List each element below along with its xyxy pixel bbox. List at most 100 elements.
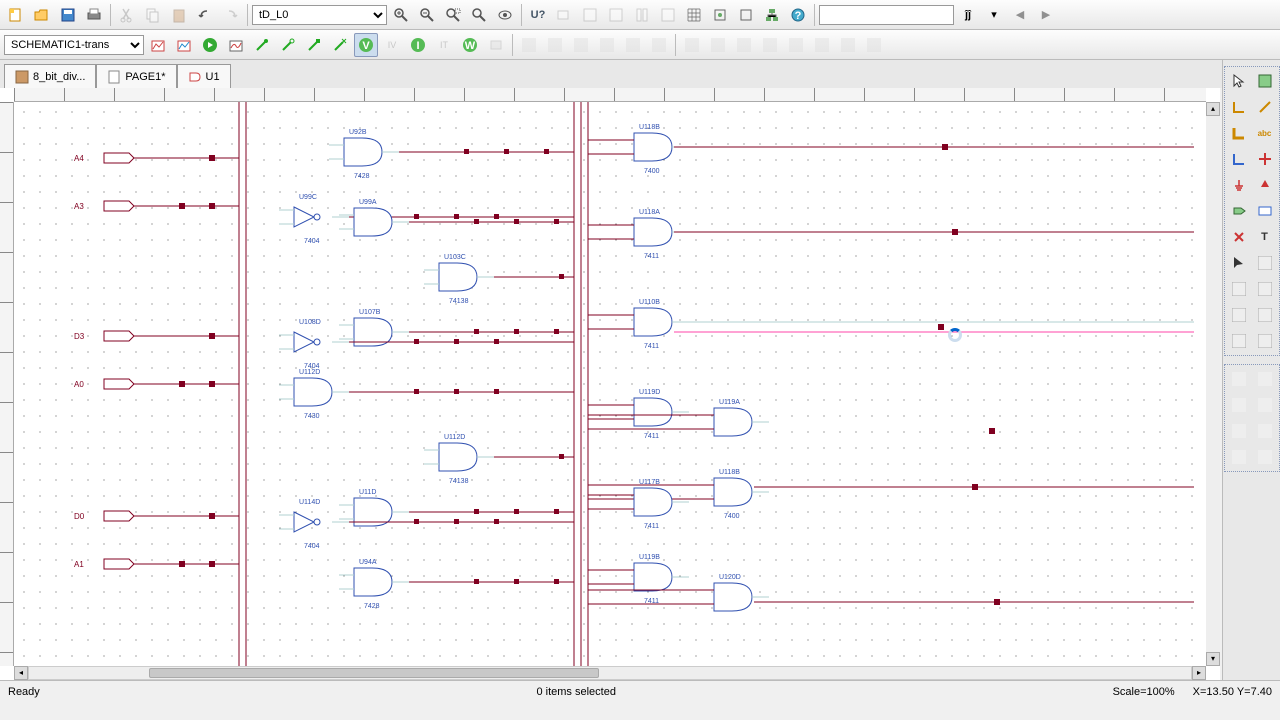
snap2-icon[interactable] bbox=[734, 3, 758, 27]
arrow-tool-icon[interactable] bbox=[1227, 251, 1251, 275]
svg-text:U11D: U11D bbox=[359, 489, 376, 496]
hierarchy-icon[interactable] bbox=[760, 3, 784, 27]
undo-icon[interactable] bbox=[193, 3, 217, 27]
i-badge-icon[interactable]: I bbox=[406, 33, 430, 57]
binoculars-icon[interactable]: ĵĵ bbox=[956, 3, 980, 27]
scroll-down-icon[interactable]: ▾ bbox=[1206, 652, 1220, 666]
q7-icon[interactable] bbox=[1253, 329, 1277, 353]
svg-text:U108D: U108D bbox=[299, 319, 321, 326]
svg-text:U118A: U118A bbox=[639, 209, 660, 216]
tab-part[interactable]: U1 bbox=[177, 64, 231, 88]
schematic-svg: A4A3D3A0D0A1 U92B7428U99C7404U99AU103C74… bbox=[14, 102, 1206, 666]
fisheye-icon[interactable] bbox=[493, 3, 517, 27]
svg-text:74138: 74138 bbox=[449, 478, 469, 485]
offpage-icon[interactable] bbox=[1227, 199, 1251, 223]
dropdown-icon[interactable]: ▾ bbox=[982, 3, 1006, 27]
v-marker-icon[interactable] bbox=[250, 33, 274, 57]
simulation-toolbar: SCHEMATIC1-trans V IV I IT W bbox=[0, 30, 1280, 60]
bus-icon[interactable] bbox=[1227, 121, 1251, 145]
svg-text:U103C: U103C bbox=[444, 254, 466, 261]
tab-project[interactable]: 8_bit_div... bbox=[4, 64, 96, 88]
svg-text:7404: 7404 bbox=[304, 238, 320, 245]
svg-text:A4: A4 bbox=[74, 154, 84, 163]
scrollbar-vertical[interactable]: ▴ ▾ bbox=[1206, 102, 1220, 666]
svg-text:W: W bbox=[465, 40, 476, 52]
separator bbox=[110, 4, 111, 26]
svg-text:?: ? bbox=[795, 10, 802, 22]
tab-label: U1 bbox=[206, 71, 220, 83]
text-icon[interactable]: T bbox=[1253, 225, 1277, 249]
open-icon[interactable] bbox=[30, 3, 54, 27]
new-icon[interactable] bbox=[4, 3, 28, 27]
w-badge-icon[interactable]: W bbox=[458, 33, 482, 57]
annotate2-icon bbox=[604, 3, 628, 27]
find-input[interactable] bbox=[819, 5, 954, 25]
print-icon[interactable] bbox=[82, 3, 106, 27]
profile1-icon[interactable] bbox=[146, 33, 170, 57]
q5-icon[interactable] bbox=[1253, 303, 1277, 327]
tab-page[interactable]: PAGE1* bbox=[96, 64, 176, 88]
zoom-area-icon[interactable] bbox=[441, 3, 465, 27]
u-marker-icon[interactable]: U? bbox=[526, 3, 550, 27]
d3-icon bbox=[1227, 393, 1251, 417]
no-connect-icon[interactable] bbox=[1227, 225, 1251, 249]
g14-icon bbox=[862, 33, 886, 57]
wire-l-icon[interactable] bbox=[1227, 95, 1251, 119]
svg-text:U119A: U119A bbox=[719, 399, 740, 406]
marker4-icon[interactable] bbox=[328, 33, 352, 57]
svg-text:7404: 7404 bbox=[304, 543, 320, 550]
save-icon[interactable] bbox=[56, 3, 80, 27]
power-icon[interactable] bbox=[1253, 173, 1277, 197]
results-icon[interactable] bbox=[224, 33, 248, 57]
svg-text:7411: 7411 bbox=[644, 253, 659, 260]
separator bbox=[675, 34, 676, 56]
profile2-icon[interactable] bbox=[172, 33, 196, 57]
scroll-left-icon[interactable]: ◂ bbox=[14, 666, 28, 680]
annotate1-icon bbox=[578, 3, 602, 27]
separator bbox=[512, 34, 513, 56]
area-tool-icon[interactable] bbox=[1253, 69, 1277, 93]
q4-icon[interactable] bbox=[1227, 303, 1251, 327]
d7-icon bbox=[1227, 445, 1251, 469]
zoom-out-icon[interactable] bbox=[415, 3, 439, 27]
scroll-up-icon[interactable]: ▴ bbox=[1206, 102, 1220, 116]
w-marker-icon[interactable] bbox=[302, 33, 326, 57]
wire-diag-icon[interactable] bbox=[1253, 95, 1277, 119]
separator bbox=[814, 4, 815, 26]
paste-icon bbox=[167, 3, 191, 27]
svg-text:U110B: U110B bbox=[639, 299, 660, 306]
schematic-combo[interactable]: SCHEMATIC1-trans bbox=[4, 35, 144, 55]
g12-icon bbox=[810, 33, 834, 57]
part-combo[interactable]: tD_L0 bbox=[252, 5, 387, 25]
i-marker-icon[interactable] bbox=[276, 33, 300, 57]
zoom-in-icon[interactable] bbox=[389, 3, 413, 27]
q1-icon[interactable] bbox=[1253, 251, 1277, 275]
scroll-h-thumb[interactable] bbox=[149, 668, 599, 678]
select-tool-icon[interactable] bbox=[1227, 69, 1251, 93]
project-icon bbox=[15, 70, 29, 84]
v-badge-icon[interactable]: V bbox=[354, 33, 378, 57]
schematic-viewport[interactable]: A4A3D3A0D0A1 U92B7428U99C7404U99AU103C74… bbox=[14, 102, 1206, 666]
q3-icon[interactable] bbox=[1253, 277, 1277, 301]
run-icon[interactable] bbox=[198, 33, 222, 57]
q2-icon[interactable] bbox=[1227, 277, 1251, 301]
g9-icon bbox=[732, 33, 756, 57]
g8-icon bbox=[706, 33, 730, 57]
grid-icon[interactable] bbox=[682, 3, 706, 27]
power-l-icon[interactable] bbox=[1227, 147, 1251, 171]
document-tabs: 8_bit_div... PAGE1* U1 bbox=[0, 60, 1280, 88]
q6-icon[interactable] bbox=[1227, 329, 1251, 353]
scrollbar-horizontal[interactable]: ◂ ▸ bbox=[14, 666, 1206, 680]
ground-icon[interactable] bbox=[1227, 173, 1251, 197]
net-alias-icon[interactable]: abc bbox=[1253, 121, 1277, 145]
svg-text:U92B: U92B bbox=[349, 129, 367, 136]
zoom-fit-icon[interactable] bbox=[467, 3, 491, 27]
help-icon[interactable]: ? bbox=[786, 3, 810, 27]
snap1-icon[interactable] bbox=[708, 3, 732, 27]
place-part-icon[interactable] bbox=[1253, 199, 1277, 223]
it-icon: IT bbox=[432, 33, 456, 57]
scroll-right-icon[interactable]: ▸ bbox=[1192, 666, 1206, 680]
svg-text:U118B: U118B bbox=[639, 124, 660, 131]
junction-icon[interactable] bbox=[1253, 147, 1277, 171]
g2-icon bbox=[543, 33, 567, 57]
